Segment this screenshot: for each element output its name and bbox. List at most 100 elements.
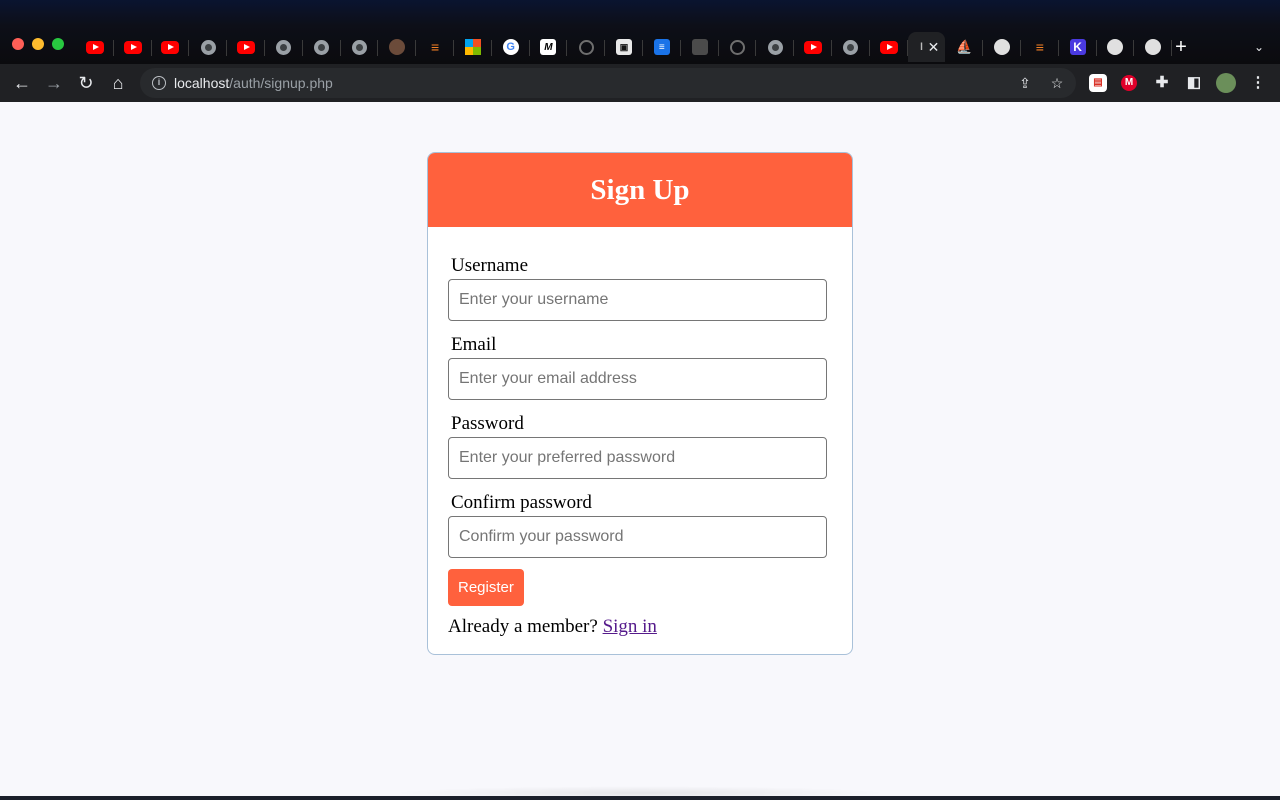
confirm-password-label: Confirm password: [451, 492, 592, 513]
tab-active[interactable]: l ✕: [907, 32, 946, 62]
tab[interactable]: [870, 32, 908, 62]
confirm-password-input[interactable]: [448, 516, 827, 558]
share-icon[interactable]: ⇪: [1016, 74, 1034, 92]
page-title: Sign Up: [590, 173, 690, 206]
page-viewport: Sign Up Username Email Password Confirm …: [0, 102, 1280, 796]
email-input[interactable]: [448, 358, 827, 400]
site-info-icon[interactable]: i: [152, 76, 166, 90]
profile-avatar[interactable]: [1216, 73, 1236, 93]
tab[interactable]: [341, 32, 379, 62]
youtube-icon: [804, 40, 823, 54]
youtube-icon: [161, 40, 180, 54]
forward-button[interactable]: →: [43, 72, 65, 94]
close-tab-icon[interactable]: ✕: [928, 39, 940, 56]
github-icon: [729, 39, 745, 55]
tab[interactable]: ≡: [416, 32, 454, 62]
tab[interactable]: [832, 32, 870, 62]
signup-card: Sign Up Username Email Password Confirm …: [427, 152, 853, 655]
youtube-icon: [879, 40, 898, 54]
reload-button[interactable]: ↻: [75, 72, 97, 94]
extension-pdf-icon[interactable]: ▤: [1089, 74, 1107, 92]
browser-titlebar: ≡ G M ▣ ≡ l ✕ ⛵ ≡ K + ⌄: [0, 0, 1280, 64]
globe-icon: [200, 39, 216, 55]
member-prompt-line: Already a member? Sign in: [448, 616, 832, 638]
email-label: Email: [451, 334, 497, 355]
tab[interactable]: [152, 32, 190, 62]
tab[interactable]: M: [530, 32, 568, 62]
tab[interactable]: [794, 32, 832, 62]
youtube-icon: [123, 40, 142, 54]
member-prompt-text: Already a member?: [448, 616, 598, 637]
extensions-puzzle-icon[interactable]: ✚: [1153, 74, 1171, 92]
mascot-icon: [389, 39, 406, 55]
stackoverflow-icon: ≡: [1035, 39, 1044, 55]
tab[interactable]: [681, 32, 719, 62]
tab[interactable]: ≡: [1021, 32, 1059, 62]
tab[interactable]: [567, 32, 605, 62]
youtube-icon: [237, 40, 256, 54]
address-bar[interactable]: i localhost/auth/signup.php ⇪ ☆: [140, 68, 1076, 98]
sailboat-icon: ⛵: [956, 39, 973, 54]
url-host: localhost: [174, 75, 230, 91]
elephant-icon: [1145, 39, 1162, 55]
tab[interactable]: [227, 32, 265, 62]
tab-search-button[interactable]: ⌄: [1248, 36, 1270, 58]
tab[interactable]: ▣: [605, 32, 643, 62]
home-button[interactable]: ⌂: [107, 72, 129, 94]
elephant-icon: [1107, 39, 1124, 55]
globe-icon: [351, 39, 367, 55]
tab[interactable]: G: [492, 32, 530, 62]
username-label: Username: [451, 255, 529, 276]
globe-icon: [767, 39, 783, 55]
medium-icon: M: [540, 39, 557, 55]
github-icon: [578, 39, 594, 55]
globe-icon: [276, 39, 292, 55]
tab[interactable]: [719, 32, 757, 62]
tab[interactable]: [756, 32, 794, 62]
close-window-button[interactable]: [12, 38, 24, 50]
minimize-window-button[interactable]: [32, 38, 44, 50]
register-button[interactable]: Register: [448, 569, 524, 606]
tab[interactable]: ≡: [643, 32, 681, 62]
google-icon: G: [502, 39, 519, 55]
tab[interactable]: [454, 32, 492, 62]
tab[interactable]: [378, 32, 416, 62]
new-tab-button[interactable]: +: [1170, 36, 1192, 58]
tab-strip: ≡ G M ▣ ≡ l ✕ ⛵ ≡ K: [76, 32, 1172, 64]
tab[interactable]: K: [1059, 32, 1097, 62]
bookmark-star-icon[interactable]: ☆: [1048, 74, 1066, 92]
tab[interactable]: [76, 32, 114, 62]
back-button[interactable]: ←: [11, 72, 33, 94]
terminal-icon: ▣: [616, 39, 633, 55]
tab[interactable]: [1097, 32, 1135, 62]
maximize-window-button[interactable]: [52, 38, 64, 50]
elephant-icon: [994, 39, 1011, 55]
username-input[interactable]: [448, 279, 827, 321]
extension-m-icon[interactable]: M: [1121, 75, 1137, 91]
k-icon: K: [1069, 39, 1086, 55]
side-panel-icon[interactable]: ◧: [1185, 74, 1203, 92]
globe-icon: [843, 39, 859, 55]
tab[interactable]: [983, 32, 1021, 62]
youtube-icon: [85, 40, 104, 54]
tab[interactable]: [1134, 32, 1172, 62]
tab[interactable]: [189, 32, 227, 62]
url-path: /auth/signup.php: [229, 75, 333, 91]
document-icon: ≡: [653, 39, 670, 55]
image-icon: [691, 39, 708, 55]
signup-form: Username Email Password Confirm password…: [428, 227, 852, 638]
stackoverflow-icon: ≡: [430, 39, 440, 55]
menu-kebab-icon[interactable]: ⋮: [1249, 74, 1267, 92]
tab[interactable]: ⛵: [945, 32, 983, 62]
password-label: Password: [451, 413, 524, 434]
tab[interactable]: [265, 32, 303, 62]
password-input[interactable]: [448, 437, 827, 479]
tab[interactable]: [303, 32, 341, 62]
url-text[interactable]: localhost/auth/signup.php: [174, 75, 333, 91]
browser-toolbar: ← → ↻ ⌂ i localhost/auth/signup.php ⇪ ☆ …: [0, 64, 1280, 102]
tab[interactable]: [114, 32, 152, 62]
microsoft-icon: [464, 39, 481, 55]
window-bottom-edge: [0, 796, 1280, 800]
card-header: Sign Up: [428, 153, 852, 227]
signin-link[interactable]: Sign in: [603, 616, 657, 637]
